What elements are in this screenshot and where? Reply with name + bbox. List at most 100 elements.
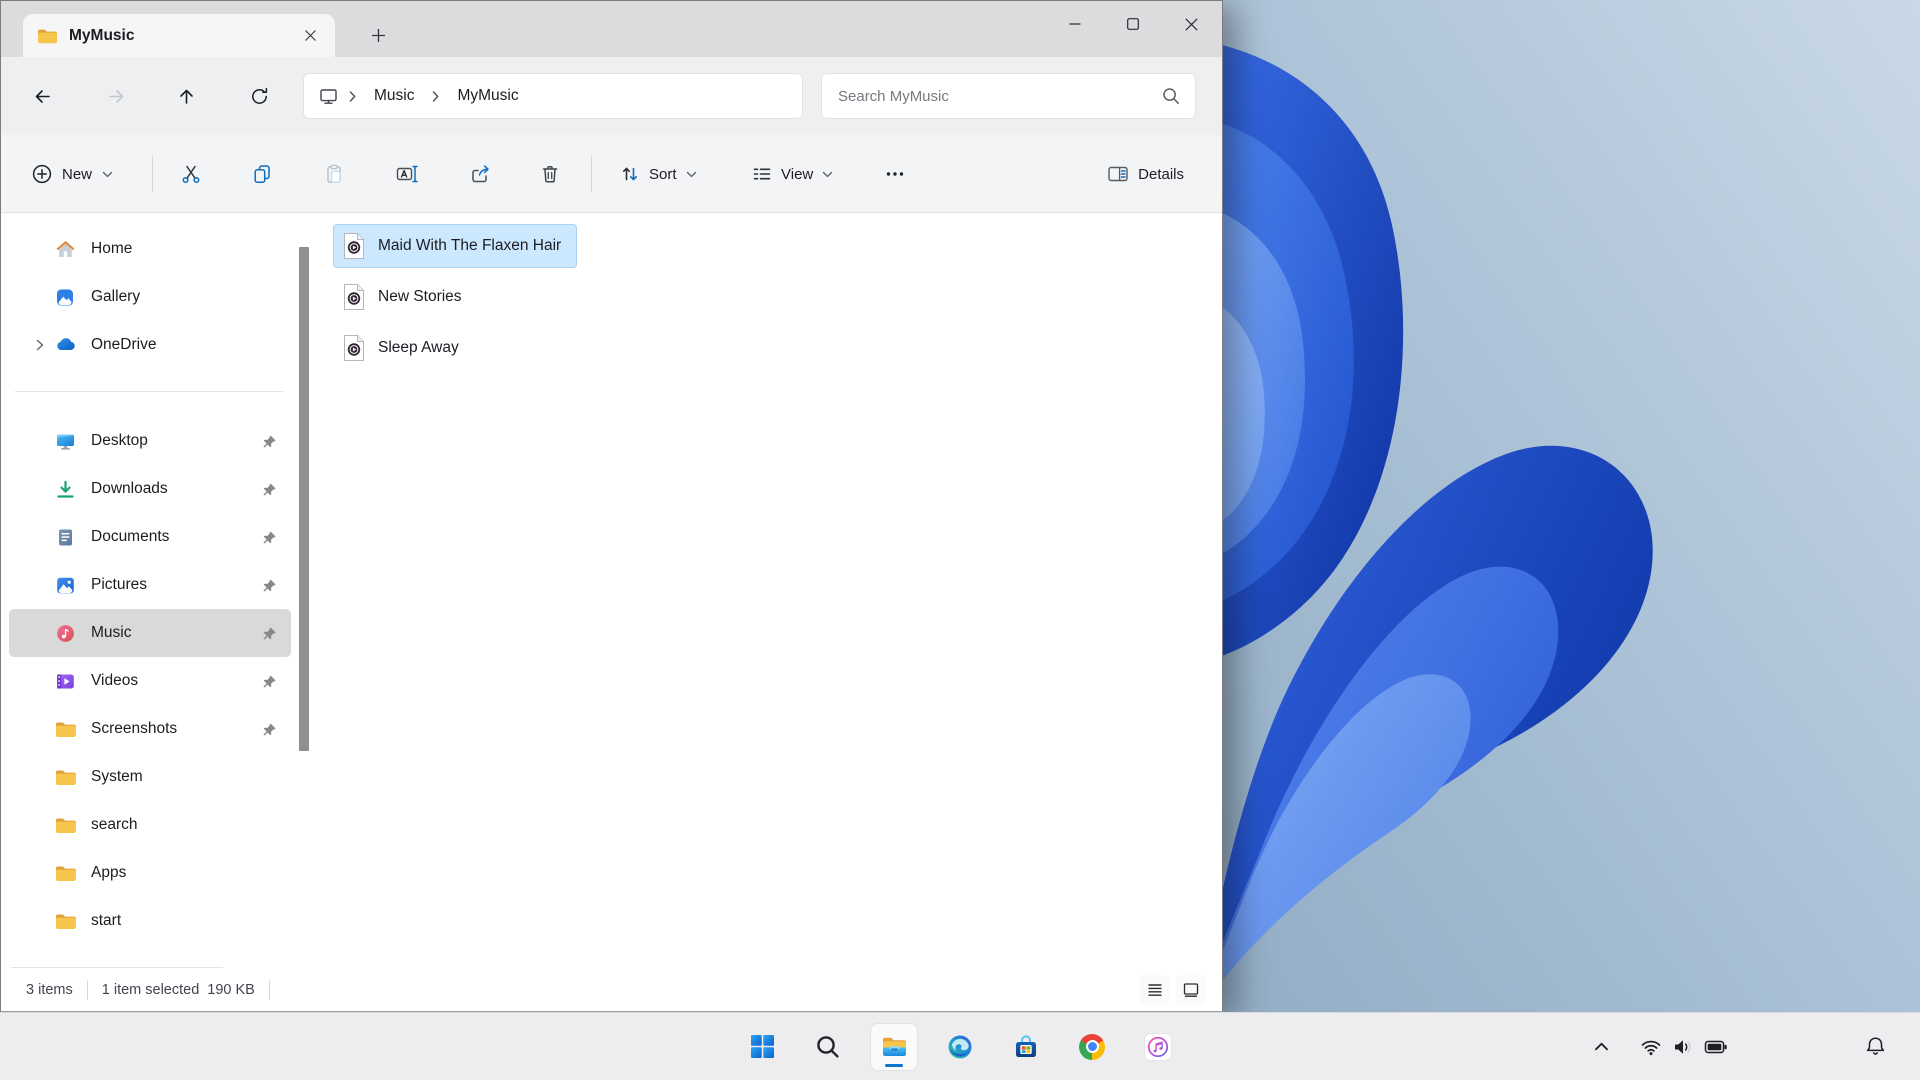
refresh-button[interactable] (239, 76, 279, 116)
sidebar-item-documents[interactable]: Documents (9, 513, 291, 561)
sidebar-item-apps[interactable]: Apps (9, 849, 291, 897)
taskbar-itunes-button[interactable] (1135, 1024, 1181, 1070)
view-button[interactable]: View (741, 152, 844, 196)
copy-button[interactable] (240, 152, 284, 196)
share-icon (469, 163, 491, 185)
itunes-icon (1145, 1034, 1171, 1060)
chrome-icon (1079, 1034, 1105, 1060)
sort-button[interactable]: Sort (609, 152, 708, 196)
close-button[interactable] (1162, 1, 1220, 47)
sidebar-item-pictures[interactable]: Pictures (9, 561, 291, 609)
more-options-button[interactable] (873, 152, 917, 196)
selection-size: 190 KB (207, 982, 255, 998)
search-icon[interactable] (1161, 86, 1181, 106)
screen: MyMusic (0, 0, 1920, 1080)
trash-icon (539, 163, 561, 185)
forward-button[interactable] (96, 76, 136, 116)
sidebar-item-home[interactable]: Home (9, 225, 291, 273)
ellipsis-icon (884, 163, 906, 185)
details-button[interactable]: Details (1096, 152, 1194, 196)
tab-close-icon[interactable] (295, 23, 325, 49)
sidebar: Home Gallery (1, 213, 297, 968)
tray-expand-button[interactable] (1586, 1027, 1617, 1067)
new-tab-button[interactable] (361, 20, 395, 50)
status-separator (269, 980, 270, 1000)
item-count: 3 items (26, 982, 73, 998)
plus-circle-icon (31, 163, 53, 185)
sidebar-scrollbar[interactable] (298, 213, 311, 968)
address-bar[interactable]: Music MyMusic (303, 73, 803, 119)
copy-icon (251, 163, 273, 185)
search-input[interactable] (836, 87, 1161, 106)
sidebar-item-label: Apps (91, 864, 257, 882)
breadcrumb-mymusic[interactable]: MyMusic (449, 83, 526, 109)
file-row-maid-with-the-flaxen-hair[interactable]: Maid With The Flaxen Hair (333, 224, 577, 268)
battery-icon (1704, 1036, 1728, 1058)
folder-icon (53, 909, 77, 933)
toolbar-separator (152, 156, 153, 192)
videos-icon (53, 669, 77, 693)
taskbar-store-button[interactable] (1003, 1024, 1049, 1070)
notifications-button[interactable] (1858, 1027, 1893, 1067)
taskbar-file-explorer-button[interactable] (871, 1024, 917, 1070)
tab-strip: MyMusic (1, 1, 1222, 57)
sidebar-item-videos[interactable]: Videos (9, 657, 291, 705)
pin-icon (257, 434, 281, 449)
thumbnail-view-toggle[interactable] (1176, 975, 1206, 1005)
taskbar-chrome-button[interactable] (1069, 1024, 1115, 1070)
gallery-icon (53, 285, 77, 309)
new-button-label: New (62, 166, 92, 183)
sort-icon (619, 163, 641, 185)
breadcrumb-music[interactable]: Music (366, 83, 422, 109)
sidebar-item-label: System (91, 768, 257, 786)
sidebar-item-label: Screenshots (91, 720, 257, 738)
sidebar-item-screenshots[interactable]: Screenshots (9, 705, 291, 753)
start-button[interactable] (739, 1024, 785, 1070)
sidebar-item-desktop[interactable]: Desktop (9, 417, 291, 465)
file-row-new-stories[interactable]: New Stories (333, 275, 478, 319)
sidebar-item-start[interactable]: start (9, 897, 291, 945)
sidebar-item-system[interactable]: System (9, 753, 291, 801)
sidebar-item-search[interactable]: search (9, 801, 291, 849)
folder-icon (37, 28, 57, 44)
new-button[interactable]: New (19, 152, 126, 196)
selection-count: 1 item selected (102, 982, 200, 998)
maximize-button[interactable] (1104, 1, 1162, 47)
wifi-icon (1640, 1036, 1662, 1058)
details-view-toggle[interactable] (1140, 975, 1170, 1005)
taskbar-search-button[interactable] (805, 1024, 851, 1070)
microsoft-store-icon (1013, 1034, 1039, 1060)
sidebar-item-gallery[interactable]: Gallery (9, 273, 291, 321)
paste-button[interactable] (312, 152, 356, 196)
file-explorer-icon (881, 1034, 908, 1060)
search-box (821, 73, 1196, 119)
sidebar-item-label: Videos (91, 672, 257, 690)
sidebar-item-downloads[interactable]: Downloads (9, 465, 291, 513)
file-row-sleep-away[interactable]: Sleep Away (333, 326, 475, 370)
expand-chevron-icon[interactable] (27, 337, 53, 353)
share-button[interactable] (458, 152, 502, 196)
back-button[interactable] (22, 76, 62, 116)
system-tray-cluster[interactable] (1634, 1027, 1734, 1067)
cut-button[interactable] (169, 152, 213, 196)
status-bar: 3 items 1 item selected 190 KB (1, 968, 1222, 1011)
up-button[interactable] (166, 76, 206, 116)
folder-icon (53, 765, 77, 789)
rename-button[interactable] (385, 152, 429, 196)
sidebar-item-music[interactable]: Music (9, 609, 291, 657)
edge-browser-icon (947, 1034, 973, 1060)
folder-icon (53, 861, 77, 885)
minimize-button[interactable] (1046, 1, 1104, 47)
sidebar-item-onedrive[interactable]: OneDrive (9, 321, 291, 369)
chevron-down-icon (685, 168, 698, 181)
command-toolbar: New (1, 135, 1222, 213)
taskbar-edge-button[interactable] (937, 1024, 983, 1070)
tab-mymusic[interactable]: MyMusic (23, 14, 335, 57)
sidebar-item-label: Documents (91, 528, 257, 546)
downloads-icon (53, 477, 77, 501)
pin-icon (257, 626, 281, 641)
delete-button[interactable] (528, 152, 572, 196)
paste-icon (323, 163, 345, 185)
sidebar-item-label: Home (91, 240, 257, 258)
scrollbar-thumb[interactable] (299, 247, 309, 751)
